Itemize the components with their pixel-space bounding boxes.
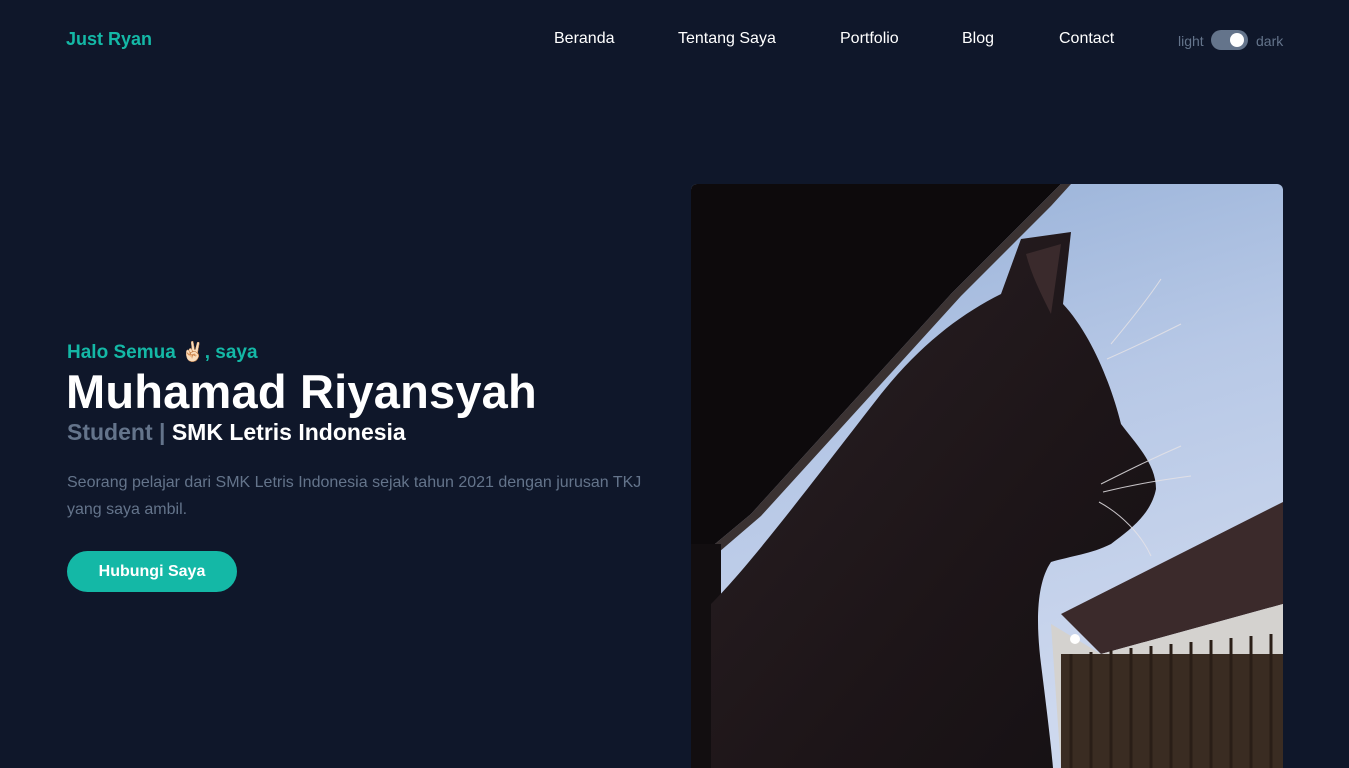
hero-name: Muhamad Riyansyah: [66, 365, 537, 418]
nav-item-tentang-saya[interactable]: Tentang Saya: [678, 30, 776, 48]
contact-me-button[interactable]: Hubungi Saya: [67, 551, 237, 592]
hero-greeting: Halo Semua ✌🏻, saya: [67, 340, 258, 364]
dark-mode-switch[interactable]: [1211, 30, 1248, 50]
page: Just Ryan Beranda Tentang Saya Portfolio…: [0, 0, 1349, 768]
toggle-dark-label: dark: [1256, 33, 1284, 49]
nav-item-portfolio[interactable]: Portfolio: [840, 30, 899, 48]
toggle-light-label: light: [1178, 33, 1204, 49]
role-label: Student |: [67, 419, 172, 445]
nav-item-beranda[interactable]: Beranda: [554, 30, 615, 48]
hero-role: Student | SMK Letris Indonesia: [67, 419, 406, 446]
nav-item-blog[interactable]: Blog: [962, 30, 994, 48]
nav-item-contact[interactable]: Contact: [1059, 30, 1114, 48]
switch-knob: [1230, 33, 1244, 47]
greeting-suffix: , saya: [204, 342, 258, 363]
hero-photo: [691, 184, 1283, 768]
theme-toggle: light dark: [1178, 30, 1288, 50]
cat-silhouette-photo: [691, 184, 1283, 768]
victory-hand-icon: ✌🏻: [181, 342, 205, 363]
greeting-prefix: Halo Semua: [67, 342, 182, 363]
hero-description: Seorang pelajar dari SMK Letris Indonesi…: [67, 474, 642, 518]
navbar: Just Ryan Beranda Tentang Saya Portfolio…: [0, 0, 1349, 80]
school-name: SMK Letris Indonesia: [171, 419, 406, 445]
brand-logo[interactable]: Just Ryan: [66, 29, 152, 50]
